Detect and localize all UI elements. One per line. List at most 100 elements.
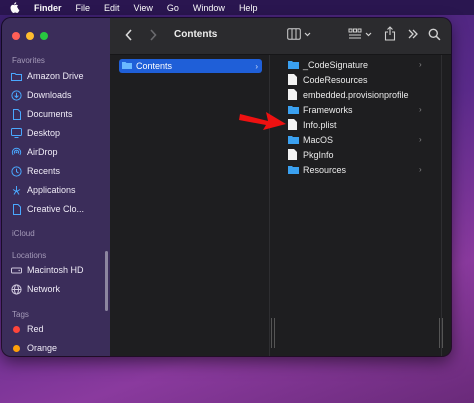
globe-icon [11, 283, 22, 295]
column-item-label: _CodeSignature [303, 59, 369, 70]
chevron-down-icon[interactable] [304, 28, 311, 40]
sidebar-item-label: Recents [27, 166, 61, 176]
menu-finder[interactable]: Finder [34, 3, 62, 13]
window-controls [12, 32, 48, 40]
menu-file[interactable]: File [76, 3, 91, 13]
column-3 [442, 55, 451, 356]
group-icon[interactable] [348, 28, 362, 41]
sidebar-item-downloads[interactable]: Downloads [11, 87, 72, 103]
column-resize-handle[interactable] [269, 312, 277, 356]
column-item-label: Contents [136, 61, 173, 71]
airdrop-icon [11, 147, 22, 158]
column-item-frameworks[interactable]: Frameworks › [288, 102, 428, 117]
forward-icon[interactable] [148, 28, 158, 42]
folder-icon [11, 71, 22, 82]
sidebar-scrollbar[interactable] [105, 251, 108, 311]
column-item-macos[interactable]: MacOS › [288, 132, 428, 147]
menu-go[interactable]: Go [167, 3, 179, 13]
sidebar-item-recents[interactable]: Recents [11, 163, 60, 179]
folder-icon [288, 165, 299, 175]
sidebar-section-icloud[interactable]: iCloud [12, 229, 35, 238]
share-icon[interactable] [384, 26, 396, 41]
column-item-selected[interactable]: Contents › [119, 59, 262, 73]
sidebar-section-tags: Tags [12, 310, 29, 319]
chevron-right-icon: › [419, 165, 422, 174]
file-icon [288, 74, 299, 85]
sidebar-item-label: Creative Clo... [27, 204, 85, 214]
sidebar-item-label: Network [27, 284, 61, 294]
sidebar-item-label: Downloads [27, 90, 72, 100]
search-icon[interactable] [428, 28, 441, 41]
menu-window[interactable]: Window [193, 3, 225, 13]
sidebar-item-desktop[interactable]: Desktop [11, 125, 60, 141]
sidebar-item-label: Amazon Drive [27, 71, 84, 81]
column-item-label: Info.plist [303, 119, 337, 130]
chevron-right-icon: › [419, 105, 422, 114]
chevron-right-icon: › [419, 60, 422, 69]
file-icon [288, 119, 299, 130]
sidebar-item-label: Red [27, 324, 44, 334]
column-item-label: PkgInfo [303, 149, 334, 160]
more-icon[interactable] [407, 28, 419, 40]
menu-view[interactable]: View [134, 3, 153, 13]
minimize-button[interactable] [26, 32, 34, 40]
column-item-coderesources[interactable]: CodeResources [288, 72, 428, 87]
finder-window: Favorites Amazon Drive Downloads Documen… [2, 18, 451, 356]
document-icon [11, 108, 22, 120]
column-2: _CodeSignature › CodeResources embedded.… [278, 55, 442, 356]
column-item-label: CodeResources [303, 74, 368, 85]
column-item-info-plist[interactable]: Info.plist [288, 117, 428, 132]
sidebar-item-macintosh-hd[interactable]: Macintosh HD [11, 262, 84, 278]
toolbar: Contents [110, 18, 451, 55]
sidebar-section-locations: Locations [12, 251, 47, 260]
file-icon [11, 203, 22, 215]
window-title: Contents [174, 29, 218, 40]
folder-icon [122, 61, 132, 71]
applications-icon [11, 185, 22, 196]
column-item-label: Frameworks [303, 104, 353, 115]
column-view-icon[interactable] [287, 28, 301, 40]
zoom-button[interactable] [40, 32, 48, 40]
column-resize-handle[interactable] [437, 312, 445, 356]
file-icon [288, 149, 299, 160]
folder-icon [288, 60, 299, 70]
sidebar-item-documents[interactable]: Documents [11, 106, 73, 122]
apple-icon[interactable] [10, 1, 22, 14]
folder-icon [288, 135, 299, 145]
sidebar-item-network[interactable]: Network [11, 281, 60, 297]
sidebar-tag-orange[interactable]: Orange [11, 340, 57, 356]
sidebar-item-label: Documents [27, 109, 73, 119]
folder-icon [288, 105, 299, 115]
column-item-embedded-provisionprofile[interactable]: embedded.provisionprofile [288, 87, 428, 102]
column-item-pkginfo[interactable]: PkgInfo [288, 147, 428, 162]
menu-bar: Finder File Edit View Go Window Help [0, 0, 474, 15]
column-item-codesignature[interactable]: _CodeSignature › [288, 57, 428, 72]
back-icon[interactable] [124, 28, 134, 42]
sidebar-item-airdrop[interactable]: AirDrop [11, 144, 58, 160]
close-button[interactable] [12, 32, 20, 40]
download-icon [11, 89, 22, 101]
chevron-right-icon: › [419, 135, 422, 144]
column-1: Contents › [110, 55, 270, 356]
sidebar-item-applications[interactable]: Applications [11, 182, 76, 198]
disk-icon [11, 265, 22, 276]
column-item-label: embedded.provisionprofile [303, 89, 409, 100]
chevron-down-icon[interactable] [365, 28, 372, 40]
desktop-icon [11, 128, 22, 139]
column-item-resources[interactable]: Resources › [288, 162, 428, 177]
sidebar-section-favorites: Favorites [12, 56, 45, 65]
sidebar-item-creative-cloud[interactable]: Creative Clo... [11, 201, 84, 217]
sidebar-item-label: Macintosh HD [27, 265, 84, 275]
tag-dot-icon [11, 343, 22, 354]
file-icon [288, 89, 299, 100]
clock-icon [11, 165, 22, 177]
sidebar-item-label: Desktop [27, 128, 61, 138]
sidebar-tag-red[interactable]: Red [11, 321, 44, 337]
column-item-label: MacOS [303, 134, 334, 145]
sidebar-item-amazon-drive[interactable]: Amazon Drive [11, 68, 84, 84]
menu-help[interactable]: Help [239, 3, 258, 13]
sidebar-item-label: Applications [27, 185, 76, 195]
tag-dot-icon [11, 324, 22, 335]
menu-edit[interactable]: Edit [104, 3, 120, 13]
column-item-label: Resources [303, 164, 347, 175]
